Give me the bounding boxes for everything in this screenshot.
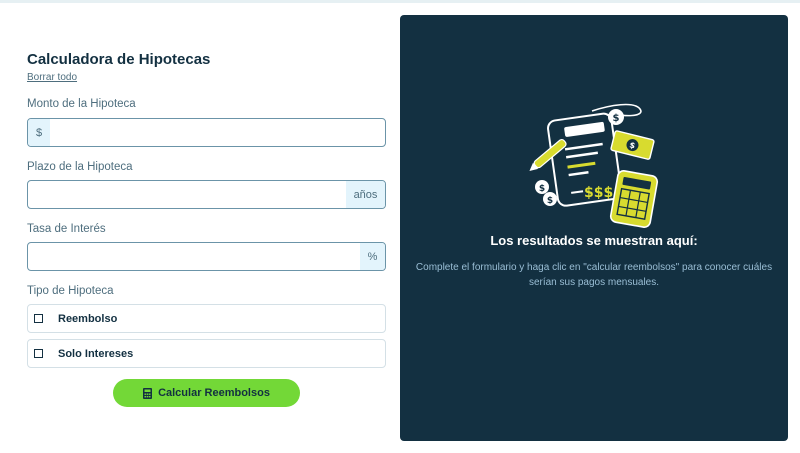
percent-suffix: % (360, 243, 385, 270)
mortgage-term-field: años (27, 180, 386, 209)
mortgage-amount-field: $ (27, 118, 386, 147)
years-suffix: años (346, 181, 385, 208)
empty-results-illustration: $$$ $ $ $ $ (529, 103, 659, 228)
clear-all-link[interactable]: Borrar todo (27, 72, 77, 83)
interest-rate-field: % (27, 242, 386, 271)
calculate-button-label: Calcular Reembolsos (158, 387, 270, 399)
results-title: Los resultados se muestran aquí: (490, 233, 698, 248)
mortgage-type-label: Tipo de Hipoteca (27, 285, 114, 297)
currency-prefix: $ (28, 119, 50, 146)
calculator-icon (143, 387, 153, 399)
results-panel: $$$ $ $ $ $ Los resultados se muestran a… (400, 15, 788, 441)
mortgage-type-option-interest-only[interactable]: Solo Intereses (27, 339, 386, 368)
interest-only-label: Solo Intereses (58, 347, 134, 360)
mortgage-type-option-repayment[interactable]: Reembolso (27, 304, 386, 333)
mortgage-term-label: Plazo de la Hipoteca (27, 161, 133, 173)
svg-text:$: $ (547, 196, 553, 206)
interest-only-checkbox[interactable] (34, 349, 43, 358)
mortgage-amount-input[interactable] (50, 119, 385, 146)
repayment-checkbox[interactable] (34, 314, 43, 323)
mortgage-term-input[interactable] (28, 181, 346, 208)
repayment-label: Reembolso (58, 312, 118, 325)
mortgage-amount-label: Monto de la Hipoteca (27, 98, 136, 110)
top-border (0, 0, 800, 3)
interest-rate-input[interactable] (28, 243, 360, 270)
svg-text:$: $ (539, 184, 545, 194)
svg-text:$$$: $$$ (584, 185, 613, 201)
calculate-repayments-button[interactable]: Calcular Reembolsos (113, 379, 300, 407)
interest-rate-label: Tasa de Interés (27, 223, 106, 235)
svg-text:$: $ (613, 113, 620, 124)
form-title: Calculadora de Hipotecas (27, 51, 211, 68)
results-description: Complete el formulario y haga clic en "c… (415, 262, 773, 288)
